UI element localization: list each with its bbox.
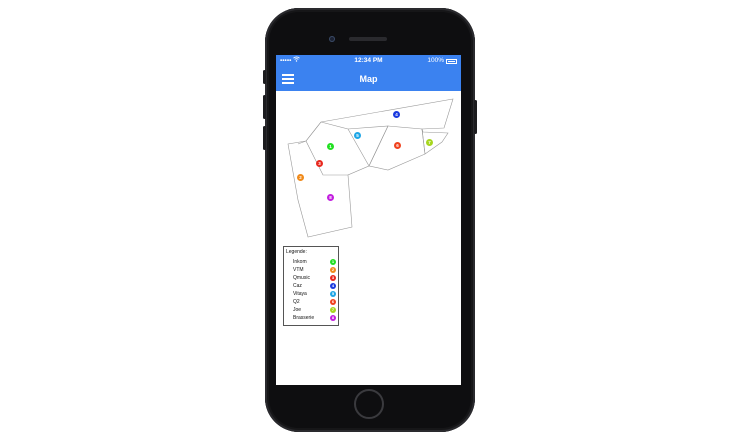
power-button [474,100,477,134]
legend-marker: 7 [330,307,336,313]
battery-percent: 100% [427,57,444,64]
marker-number: 6 [396,143,399,148]
legend-label: Brasserie [293,315,315,321]
status-bar: ••••• 12:34 PM 100% [276,55,461,67]
map-marker-2[interactable]: 2 [297,174,304,181]
earpiece-speaker [349,37,387,41]
zone-divider [368,125,389,167]
legend-label: Joe [293,307,302,313]
battery-fill [448,60,455,62]
legend-item: Caz 4 [284,282,338,290]
battery-indicator: 100% [427,55,457,67]
marker-number: 3 [318,161,321,166]
map-marker-7[interactable]: 7 [426,139,433,146]
zone-divider [387,125,426,155]
home-button[interactable] [354,389,384,419]
marker-number: 4 [395,112,398,117]
legend-label: Vitaya [293,291,307,297]
legend-label: Inkom [293,259,307,265]
legend-label: Q2 [293,299,300,305]
legend-label: Qmusic [293,275,310,281]
legend-item: Inkom 1 [284,258,338,266]
legend-item: Qmusic 3 [284,274,338,282]
map-legend: Legende: Inkom 1 VTM 2 Qmusic 3 Caz 4 Vi… [283,246,339,326]
map-marker-8[interactable]: 8 [327,194,334,201]
nav-bar: Map [276,67,461,91]
map-outline [287,98,454,238]
map-marker-1[interactable]: 1 [327,143,334,150]
zone-divider [347,125,389,167]
legend-item: Vitaya 5 [284,290,338,298]
volume-up-button [263,95,266,119]
floor-map: 1 2 3 4 5 6 7 8 [276,91,461,241]
battery-icon [446,58,457,64]
map-marker-5[interactable]: 5 [354,132,361,139]
map-marker-6[interactable]: 6 [394,142,401,149]
marker-number: 5 [356,133,359,138]
legend-marker: 2 [330,267,336,273]
marker-number: 8 [329,195,332,200]
legend-marker: 6 [330,299,336,305]
legend-title: Legende: [286,249,307,255]
legend-marker: 1 [330,259,336,265]
map-marker-4[interactable]: 4 [393,111,400,118]
zone-outline [287,98,454,238]
legend-item: Q2 6 [284,298,338,306]
legend-marker: 5 [330,291,336,297]
phone-screen: ••••• 12:34 PM 100% Map 1 2 3 4 5 6 7 8 … [276,55,461,385]
legend-item: VTM 2 [284,266,338,274]
legend-marker: 4 [330,283,336,289]
silent-switch [263,70,266,84]
legend-label: VTM [293,267,304,273]
page-title: Map [359,74,378,84]
volume-down-button [263,126,266,150]
zone-divider [421,128,426,155]
legend-label: Caz [293,283,302,289]
marker-number: 2 [299,175,302,180]
marker-number: 1 [329,144,332,149]
legend-item: Joe 7 [284,306,338,314]
front-camera [329,36,335,42]
marker-number: 7 [428,140,431,145]
legend-item: Brasserie 8 [284,314,338,322]
legend-marker: 8 [330,315,336,321]
legend-marker: 3 [330,275,336,281]
map-marker-3[interactable]: 3 [316,160,323,167]
